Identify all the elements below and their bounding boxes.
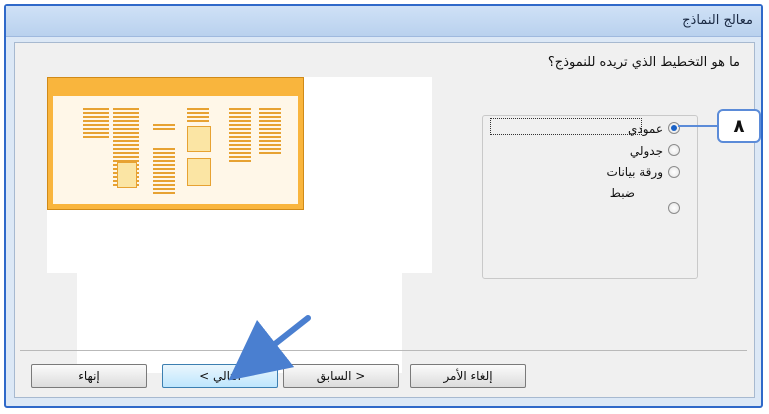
pointer-arrow-icon	[228, 315, 311, 381]
